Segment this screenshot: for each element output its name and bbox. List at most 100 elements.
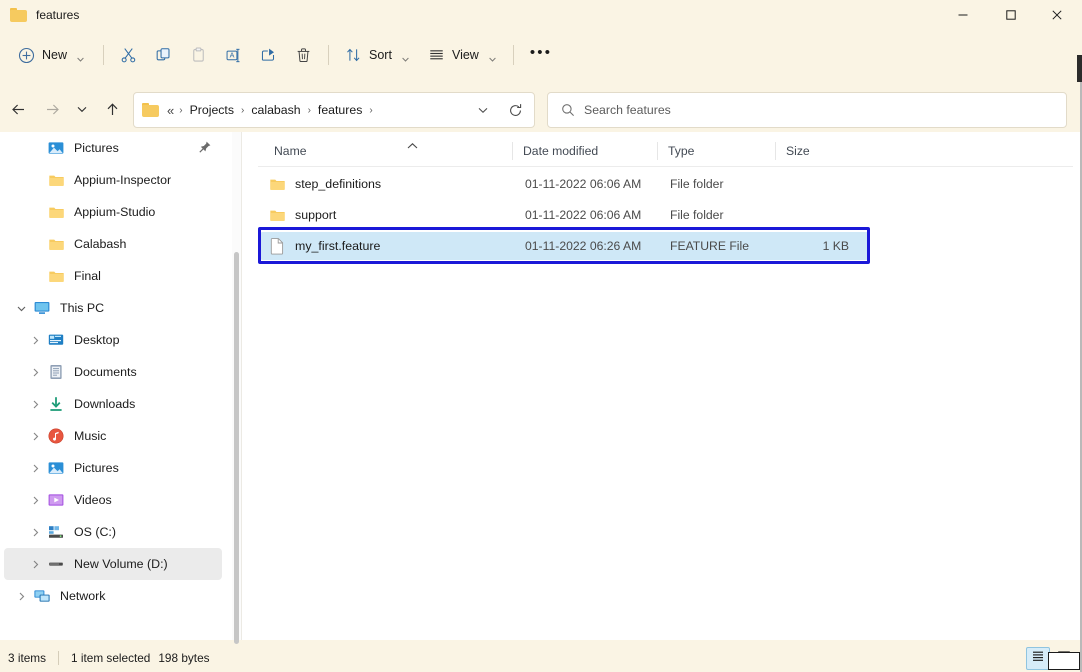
delete-button[interactable] xyxy=(286,39,321,71)
toolbar-separator-1 xyxy=(103,45,105,65)
recent-locations-button[interactable] xyxy=(66,90,98,128)
toolbar-separator-2 xyxy=(328,45,330,65)
sidebar-item-music[interactable]: Music xyxy=(4,420,222,452)
column-header-label: Type xyxy=(668,144,695,158)
table-row[interactable]: support 01-11-2022 06:06 AM File folder xyxy=(259,201,870,229)
breadcrumb-item-calabash[interactable]: calabash xyxy=(247,100,304,120)
sort-ascending-icon xyxy=(406,137,419,155)
sidebar-item-calabash[interactable]: Calabash xyxy=(4,228,222,260)
size-cell: 1 KB xyxy=(822,239,849,253)
column-header-type[interactable]: Type xyxy=(668,136,694,166)
column-divider[interactable] xyxy=(775,142,776,160)
up-button[interactable] xyxy=(96,90,128,128)
address-dropdown-button[interactable] xyxy=(468,95,498,125)
column-divider[interactable] xyxy=(657,142,658,160)
cut-button[interactable] xyxy=(111,39,146,71)
sidebar-item-label: Downloads xyxy=(74,397,136,411)
chevron-right-icon[interactable] xyxy=(24,452,46,484)
sidebar-item-network[interactable]: Network xyxy=(4,580,222,612)
chevron-down-icon xyxy=(76,51,85,62)
table-row[interactable]: my_first.feature 01-11-2022 06:26 AM FEATU… xyxy=(259,232,870,260)
column-header-date-modified[interactable]: Date modified xyxy=(523,136,598,166)
sidebar-item-label: Calabash xyxy=(74,237,127,251)
sidebar-item-label: New Volume (D:) xyxy=(74,557,168,571)
folder-icon xyxy=(10,8,27,22)
copy-icon xyxy=(155,47,172,64)
file-name-cell: my_first.feature xyxy=(295,239,381,253)
new-button[interactable]: New xyxy=(10,39,96,71)
column-divider[interactable] xyxy=(512,142,513,160)
view-button[interactable]: View xyxy=(419,39,506,71)
share-button[interactable] xyxy=(251,39,286,71)
documents-icon xyxy=(46,362,66,382)
sidebar-item-final[interactable]: Final xyxy=(4,260,222,292)
chevron-right-icon[interactable] xyxy=(24,356,46,388)
search-box[interactable]: Search features xyxy=(547,92,1067,128)
chevron-down-icon xyxy=(401,51,410,62)
sidebar-item-appium-inspector[interactable]: Appium-Inspector xyxy=(4,164,222,196)
date-modified-cell: 01-11-2022 06:26 AM xyxy=(525,239,642,253)
rename-icon: A xyxy=(225,47,242,64)
refresh-button[interactable] xyxy=(500,95,530,125)
sidebar-scrollbar-thumb[interactable] xyxy=(234,252,239,644)
more-options-button[interactable]: ••• xyxy=(521,39,561,71)
sidebar-item-os-c[interactable]: OS (C:) xyxy=(4,516,222,548)
chevron-right-icon[interactable] xyxy=(24,388,46,420)
drive-os-icon xyxy=(46,522,66,542)
breadcrumb-item-projects[interactable]: Projects xyxy=(186,100,238,120)
breadcrumb: « › Projects › calabash › features › xyxy=(165,100,468,121)
sidebar-item-appium-studio[interactable]: Appium-Studio xyxy=(4,196,222,228)
breadcrumb-item-features[interactable]: features xyxy=(314,100,366,120)
sidebar-item-new-volume-d[interactable]: New Volume (D:) xyxy=(4,548,222,580)
clipboard-icon xyxy=(190,47,207,64)
minimize-button[interactable] xyxy=(940,0,986,30)
column-header-size[interactable]: Size xyxy=(786,136,810,166)
chevron-down-icon[interactable] xyxy=(10,292,32,324)
breadcrumb-separator: › xyxy=(241,104,245,116)
folder-icon xyxy=(46,202,66,222)
sidebar-item-label: Final xyxy=(74,269,101,283)
copy-button[interactable] xyxy=(146,39,181,71)
more-options-label: ••• xyxy=(529,44,553,61)
downloads-icon xyxy=(46,394,66,414)
sidebar-item-this-pc[interactable]: This PC xyxy=(4,292,222,324)
sidebar-item-desktop[interactable]: Desktop xyxy=(4,324,222,356)
column-header-label: Date modified xyxy=(523,144,599,158)
chevron-right-icon[interactable] xyxy=(24,324,46,356)
sidebar-scrollbar[interactable] xyxy=(232,132,241,644)
chevron-right-icon[interactable] xyxy=(24,516,46,548)
details-view-button[interactable] xyxy=(1026,647,1050,670)
maximize-button[interactable] xyxy=(988,0,1034,30)
file-list-pane: Name Date modified Type Size step_definitio… xyxy=(242,132,1082,640)
chevron-right-icon[interactable] xyxy=(10,580,32,612)
close-button[interactable] xyxy=(1034,0,1080,30)
drive-icon xyxy=(46,554,66,574)
sidebar-item-videos[interactable]: Videos xyxy=(4,484,222,516)
pin-icon[interactable] xyxy=(198,140,212,159)
chevron-down-icon xyxy=(488,51,497,62)
rename-button[interactable]: A xyxy=(216,39,251,71)
forward-button[interactable] xyxy=(36,90,68,128)
sidebar-item-pictures[interactable]: Pictures xyxy=(4,132,222,164)
column-header-name[interactable]: Name xyxy=(274,136,307,166)
sidebar-item-downloads[interactable]: Downloads xyxy=(4,388,222,420)
chevron-right-icon[interactable] xyxy=(24,548,46,580)
list-lines-icon xyxy=(428,47,445,64)
folder-icon xyxy=(267,174,287,194)
sidebar-item-pictures[interactable]: Pictures xyxy=(4,452,222,484)
selection-label: 1 item selected xyxy=(71,651,151,665)
command-bar: New A Sort View ••• xyxy=(0,32,1082,78)
music-icon xyxy=(46,426,66,446)
sort-button[interactable]: Sort xyxy=(336,39,419,71)
breadcrumb-overflow[interactable]: « xyxy=(165,100,176,121)
back-button[interactable] xyxy=(2,90,34,128)
chevron-right-icon[interactable] xyxy=(24,484,46,516)
chevron-right-icon[interactable] xyxy=(24,420,46,452)
search-input[interactable]: Search features xyxy=(584,103,671,117)
sidebar-item-documents[interactable]: Documents xyxy=(4,356,222,388)
table-row[interactable]: step_definitions 01-11-2022 06:06 AM File … xyxy=(259,170,870,198)
address-bar[interactable]: « › Projects › calabash › features › xyxy=(133,92,535,128)
folder-icon xyxy=(46,234,66,254)
